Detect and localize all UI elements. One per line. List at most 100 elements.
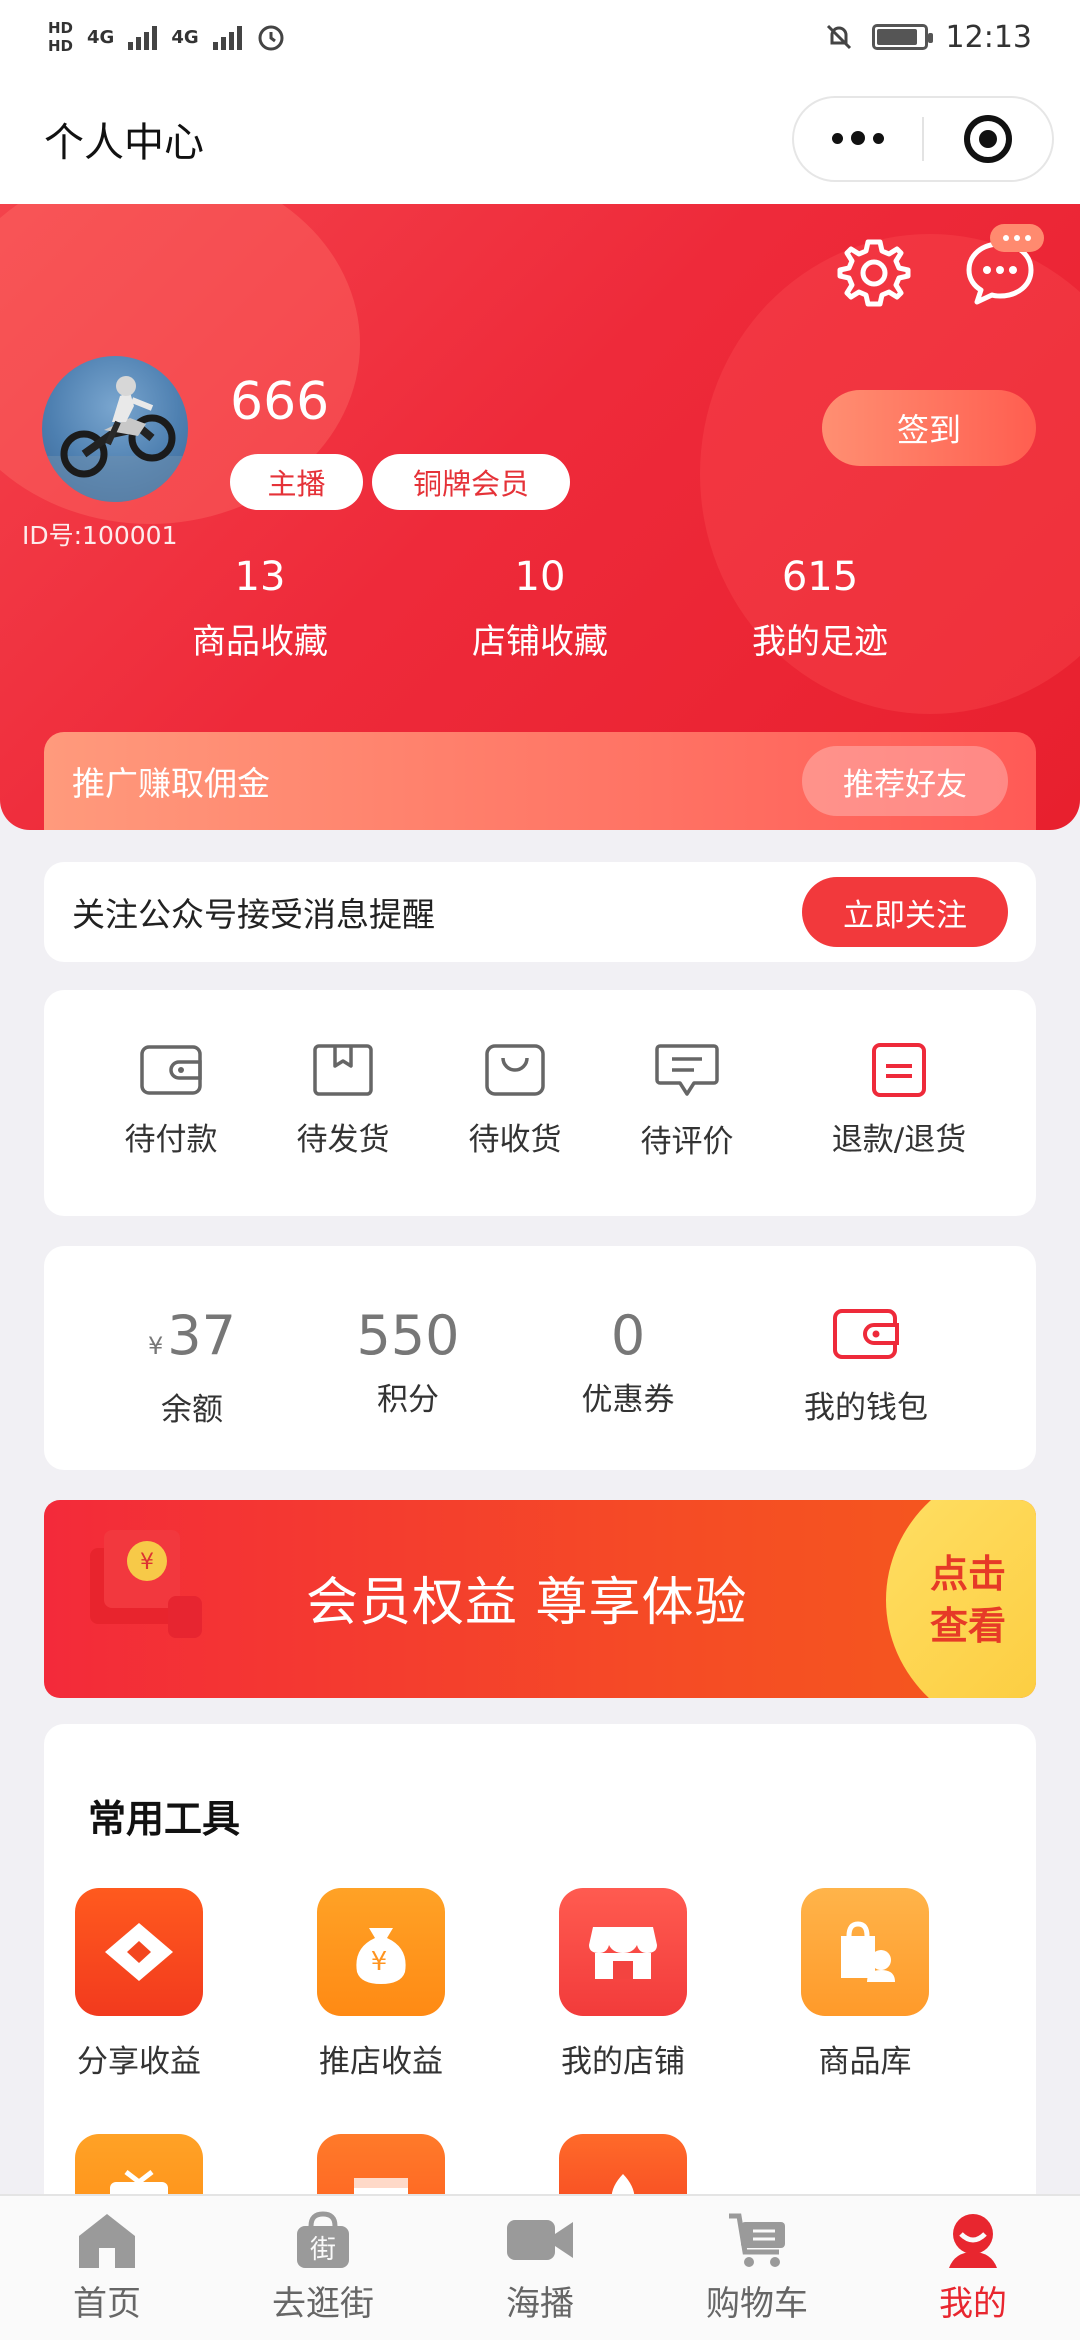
- hd-indicator: HD HD: [48, 19, 73, 55]
- box-icon: [313, 1044, 373, 1096]
- stat-shop-favorites[interactable]: 10 店铺收藏: [440, 554, 640, 663]
- my-wallet-item[interactable]: 我的钱包: [766, 1306, 966, 1427]
- tool-label: 商品库: [818, 2044, 912, 2080]
- money-bag-icon: ¥: [317, 1888, 445, 2016]
- balance-amount: 37: [167, 1304, 236, 1367]
- page: HD HD 4G 4G 12:13 个人中心 ID号:100001 666 主播…: [0, 0, 1080, 2340]
- tool-my-store[interactable]: 我的店铺: [528, 1888, 718, 2081]
- profile-header: ID号:100001 666 主播 铜牌会员 签到 13 商品收藏 10 店铺收…: [0, 204, 1080, 830]
- points-item[interactable]: 550 积分: [308, 1306, 508, 1419]
- red-envelope-decoration-3: [168, 1596, 202, 1638]
- product-library-icon: [801, 1888, 929, 2016]
- avatar-motocross-image: [42, 376, 188, 502]
- stat-label: 我的足迹: [752, 622, 888, 662]
- stat-value: 615: [781, 554, 859, 600]
- order-label: 退款/退货: [831, 1122, 967, 1158]
- tab-label: 购物车: [706, 2284, 808, 2324]
- tool-product-library[interactable]: 商品库: [770, 1888, 960, 2081]
- tab-live[interactable]: 海播: [465, 2210, 615, 2325]
- hd-label-1: HD: [48, 19, 74, 37]
- order-pending-receipt[interactable]: 待收货: [430, 1042, 600, 1159]
- balance-label: 余额: [161, 1392, 223, 1428]
- points-label: 积分: [377, 1382, 439, 1418]
- network-label-2: 4G: [171, 26, 199, 48]
- tab-label: 首页: [73, 2284, 141, 2324]
- order-refund-return[interactable]: 退款/退货: [804, 1042, 994, 1159]
- status-left: HD HD 4G 4G: [48, 19, 286, 55]
- close-target-icon[interactable]: [924, 115, 1052, 163]
- more-dots-icon[interactable]: [794, 131, 922, 145]
- wallet-icon: [140, 1045, 202, 1095]
- coin-icon: ¥: [127, 1541, 167, 1581]
- signal-icon-2: [212, 24, 242, 50]
- tab-home[interactable]: 首页: [32, 2210, 182, 2325]
- banner-cta[interactable]: 点击查看: [930, 1548, 1020, 1652]
- cart-icon: [729, 2213, 785, 2267]
- coupons-item[interactable]: 0 优惠券: [528, 1306, 728, 1419]
- mini-program-capsule: [792, 96, 1054, 182]
- stat-footprints[interactable]: 615 我的足迹: [720, 554, 920, 663]
- stat-product-favorites[interactable]: 13 商品收藏: [160, 554, 360, 663]
- tool-share-earnings[interactable]: 分享收益: [44, 1888, 234, 2081]
- tab-street[interactable]: 街 去逛街: [248, 2210, 398, 2325]
- hd-label-2: HD: [48, 37, 74, 55]
- comment-icon: [655, 1044, 719, 1096]
- stat-value: 13: [234, 554, 286, 600]
- follow-official-account-card: 关注公众号接受消息提醒 立即关注: [44, 862, 1036, 962]
- status-bar: HD HD 4G 4G 12:13: [0, 0, 1080, 74]
- balance-value: ¥37: [92, 1306, 292, 1376]
- order-pending-shipment[interactable]: 待发货: [258, 1042, 428, 1159]
- balance-item[interactable]: ¥37 余额: [92, 1306, 292, 1429]
- wallet-icon-wrap: [766, 1306, 966, 1374]
- status-right: 12:13: [824, 20, 1032, 55]
- tool-store-promo-earnings[interactable]: ¥ 推店收益: [286, 1888, 476, 2081]
- order-label: 待付款: [124, 1122, 218, 1158]
- svg-text:¥: ¥: [371, 1947, 388, 1977]
- street-glyph: 街: [310, 2235, 336, 2265]
- message-badge: [990, 224, 1044, 252]
- member-benefits-banner[interactable]: ¥ 会员权益 尊享体验 点击查看: [44, 1500, 1036, 1698]
- store-icon: [559, 1888, 687, 2016]
- signal-icon: [128, 24, 158, 50]
- order-label: 待发货: [296, 1122, 390, 1158]
- settings-gear-icon[interactable]: [836, 234, 912, 310]
- network-label-1: 4G: [87, 26, 115, 48]
- stat-label: 店铺收藏: [472, 622, 608, 662]
- share-earnings-icon: [75, 1888, 203, 2016]
- home-icon: [79, 2214, 135, 2268]
- bottom-tab-bar: 首页 街 去逛街 海播 购物车 我的: [0, 2194, 1080, 2340]
- tool-label: 我的店铺: [561, 2044, 685, 2080]
- checkin-button[interactable]: 签到: [822, 390, 1036, 466]
- tab-mine[interactable]: 我的: [898, 2210, 1048, 2325]
- tab-cart[interactable]: 购物车: [682, 2210, 832, 2325]
- tool-label: 推店收益: [319, 2044, 443, 2080]
- orders-card: 待付款 待发货 待收货 待评价 退款/退货: [44, 990, 1036, 1216]
- follow-text: 关注公众号接受消息提醒: [72, 895, 435, 934]
- tools-title: 常用工具: [88, 1797, 241, 1841]
- tab-label: 去逛街: [272, 2284, 374, 2324]
- battery-icon: [871, 24, 933, 50]
- red-wallet-icon: [833, 1309, 899, 1359]
- promo-text: 推广赚取佣金: [72, 764, 270, 803]
- bag-icon: [485, 1044, 545, 1096]
- tab-label: 我的: [939, 2284, 1007, 2324]
- order-label: 待评价: [640, 1124, 734, 1160]
- coupons-label: 优惠券: [581, 1382, 675, 1418]
- camera-icon: [507, 2220, 573, 2260]
- street-bag-icon: 街: [297, 2211, 349, 2268]
- currency-symbol: ¥: [148, 1332, 164, 1360]
- order-pending-payment[interactable]: 待付款: [86, 1042, 256, 1159]
- promo-bar: 推广赚取佣金 推荐好友: [44, 732, 1036, 830]
- avatar[interactable]: [42, 356, 188, 502]
- role-tag-anchor: 主播: [230, 454, 363, 510]
- tab-label: 海播: [506, 2284, 574, 2324]
- order-label: 待收货: [468, 1122, 562, 1158]
- wallet-card: ¥37 余额 550 积分 0 优惠券 我的钱包: [44, 1246, 1036, 1470]
- coupons-value: 0: [610, 1304, 646, 1367]
- tool-label: 分享收益: [77, 2044, 201, 2080]
- order-pending-review[interactable]: 待评价: [602, 1042, 772, 1161]
- banner-text: 会员权益 尊享体验: [306, 1573, 748, 1633]
- follow-now-button[interactable]: 立即关注: [802, 877, 1008, 947]
- points-value: 550: [356, 1304, 460, 1367]
- recommend-friend-button[interactable]: 推荐好友: [802, 746, 1008, 816]
